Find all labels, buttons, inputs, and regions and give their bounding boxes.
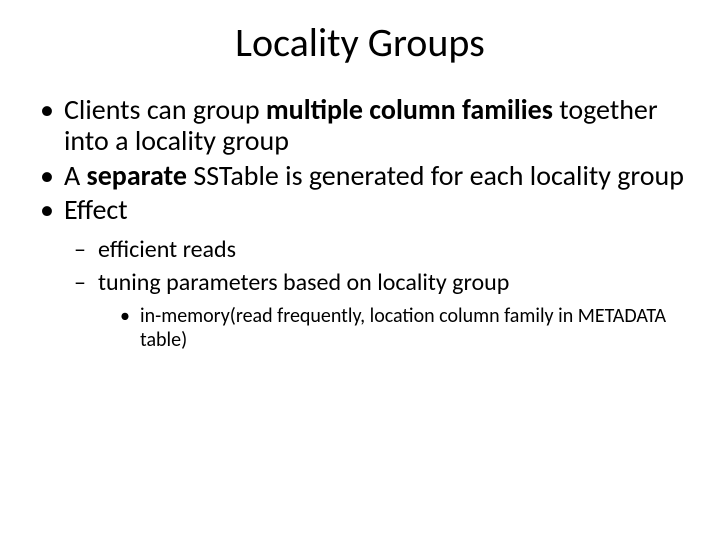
bullet-list-level3: in-memory(read frequently, location colu… <box>120 304 690 352</box>
bullet-item-1: Clients can group multiple column famili… <box>36 95 690 157</box>
slide: Locality Groups Clients can group multip… <box>0 0 720 540</box>
bullet-item-3: Effect efficient reads tuning parameters… <box>36 195 690 351</box>
text-fragment: SSTable is generated for each locality g… <box>187 158 684 193</box>
sub-bullet-1: efficient reads <box>74 236 690 265</box>
bold-text: separate <box>87 158 187 193</box>
slide-title: Locality Groups <box>0 18 720 67</box>
sub-bullet-2: tuning parameters based on locality grou… <box>74 269 690 352</box>
text-fragment: Effect <box>64 192 128 227</box>
text-fragment: A <box>64 158 87 193</box>
bullet-list-level2: efficient reads tuning parameters based … <box>74 236 690 352</box>
text-fragment: Clients can group <box>64 92 266 127</box>
bullet-list-level1: Clients can group multiple column famili… <box>36 95 690 352</box>
text-fragment: tuning parameters based on locality grou… <box>98 268 509 297</box>
slide-content: Clients can group multiple column famili… <box>0 95 720 352</box>
sub-sub-bullet-1: in-memory(read frequently, location colu… <box>120 304 690 352</box>
bold-text: multiple column families <box>266 92 553 127</box>
bullet-item-2: A separate SSTable is generated for each… <box>36 161 690 192</box>
